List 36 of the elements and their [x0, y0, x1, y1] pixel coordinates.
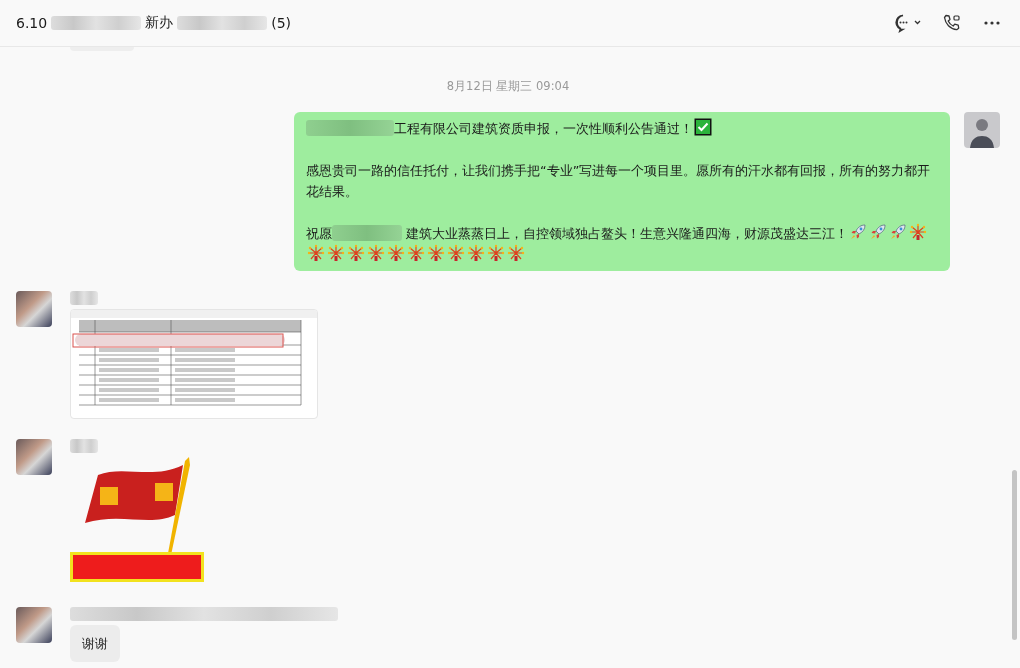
firework-icon: [387, 244, 405, 262]
chat-title: 新办: [145, 14, 174, 32]
message-text: 建筑大业蒸蒸日上，自控领域独占鳌头！生意兴隆通四海，财源茂盛达三江！: [405, 226, 849, 241]
checkmark-icon: [694, 118, 712, 136]
scrollbar[interactable]: [1012, 470, 1017, 640]
redacted-block: [70, 291, 98, 305]
avatar[interactable]: [16, 607, 52, 643]
avatar[interactable]: [964, 112, 1000, 148]
message-text: 感恩贵司一路的信任托付，让我们携手把“专业”写进每一个项目里。愿所有的汗水都有回报，所有的努力都开花结果。: [306, 163, 931, 199]
firework-icon: [507, 244, 525, 262]
firework-icon: [367, 244, 385, 262]
firework-icon: [347, 244, 365, 262]
firework-icon: [407, 244, 425, 262]
redacted-block: [70, 439, 98, 453]
timestamp: 8月12日 星期三 09:04: [445, 79, 571, 94]
avatar[interactable]: [16, 291, 52, 327]
firework-icon: [327, 244, 345, 262]
spreadsheet-thumbnail[interactable]: [70, 309, 318, 419]
firework-icon: [427, 244, 445, 262]
firework-icon: [307, 244, 325, 262]
message-text: 工程有限公司建筑资质申报，一次性顺利公告通过！: [394, 121, 693, 136]
firework-icon: [447, 244, 465, 262]
rocket-icon: [849, 223, 868, 241]
message-text: 谢谢: [82, 636, 108, 651]
phone-icon[interactable]: [942, 13, 962, 33]
firework-icon: [487, 244, 505, 262]
chat-bubble-dropdown-icon[interactable]: [894, 13, 922, 33]
firework-icon: [467, 244, 485, 262]
avatar[interactable]: [16, 439, 52, 475]
rocket-icon: [889, 223, 908, 241]
firework-icon: [909, 223, 928, 241]
rocket-icon: [869, 223, 888, 241]
message-text: 祝愿: [306, 226, 332, 241]
redacted-block: [332, 225, 402, 241]
chat-title: (5): [271, 15, 291, 31]
chat-title: 6.10: [16, 15, 48, 31]
